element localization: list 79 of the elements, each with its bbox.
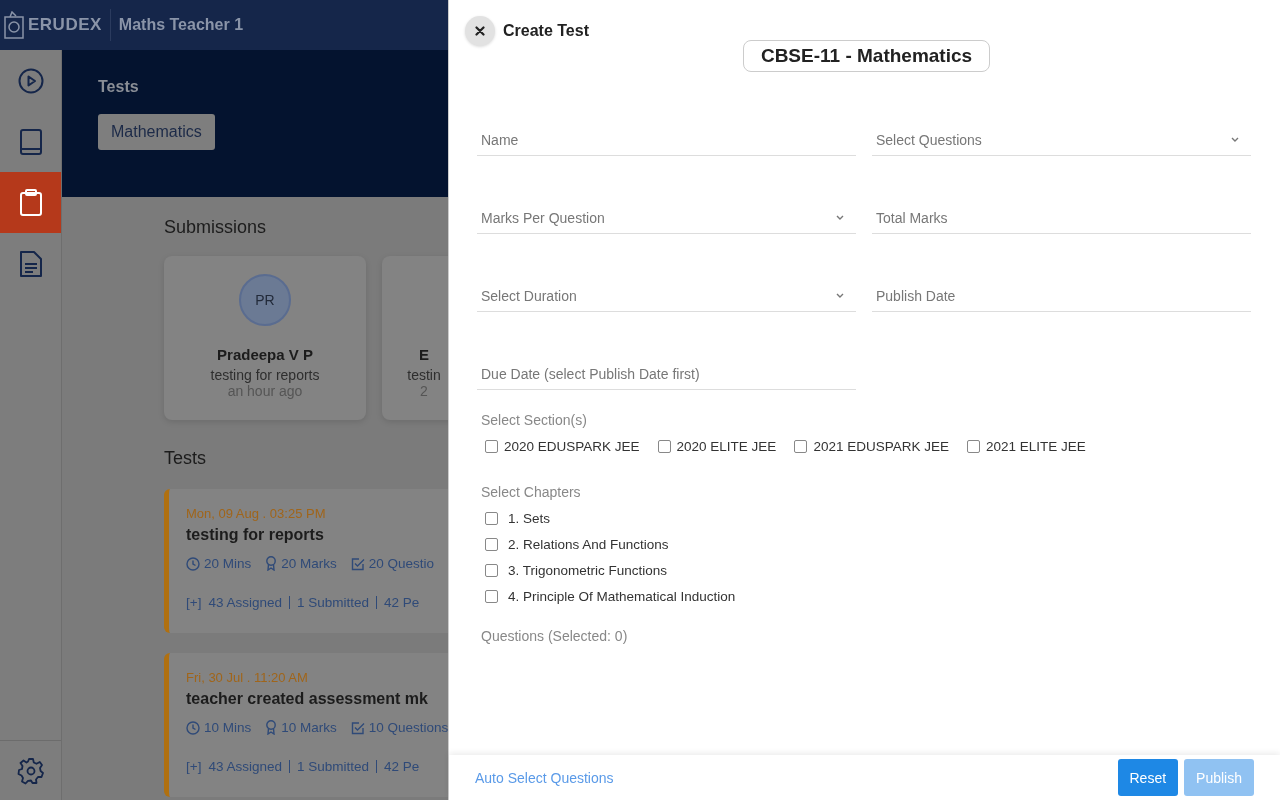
checkbox-label: 2021 EDUSPARK JEE: [813, 439, 949, 454]
page-title: Tests: [98, 78, 139, 96]
reset-button[interactable]: Reset: [1117, 759, 1179, 796]
settings-icon: [16, 756, 45, 785]
close-icon: [475, 26, 485, 36]
marks-text: 10 Marks: [281, 720, 337, 735]
checkbox-label: 2. Relations And Functions: [508, 537, 669, 552]
student-name: Pradeepa V P: [217, 346, 313, 363]
pending-count: 42 Pe: [384, 759, 420, 774]
checkbox-label: 2020 EDUSPARK JEE: [504, 439, 640, 454]
input-field[interactable]: Due Date (select Publish Date first): [477, 358, 856, 390]
user-name: Maths Teacher 1: [118, 16, 244, 34]
avatar: PR: [239, 274, 291, 326]
checkbox-label: 3. Trigonometric Functions: [508, 563, 668, 578]
checkbox-label: 2020 ELITE JEE: [676, 439, 777, 454]
checkbox[interactable]: [794, 440, 808, 453]
test-name: testing for reports: [210, 367, 320, 383]
checkbox[interactable]: [485, 512, 498, 525]
checkbox[interactable]: [485, 440, 498, 453]
expand-toggle[interactable]: [+]: [186, 759, 202, 774]
select-field[interactable]: Select Duration: [477, 280, 856, 312]
sidebar-item[interactable]: [0, 172, 61, 233]
test-name: testin: [407, 367, 441, 383]
checkbox-icon: [350, 556, 365, 571]
document-icon: [19, 250, 42, 277]
duration-text: 10 Mins: [204, 720, 252, 735]
play-icon: [17, 67, 44, 94]
logo-icon: [4, 11, 24, 39]
test-card[interactable]: Fri, 30 Jul . 11:20 AM teacher created assessment mk 10 Mins 10 Marks 10 Questions [+] 43 Assigned 1 Submitted 42 Pe: [164, 653, 448, 797]
field-label: Select Section(s): [481, 412, 588, 428]
student-name: E: [419, 346, 429, 363]
checkbox[interactable]: [966, 440, 980, 453]
chevron-down-icon: [836, 215, 844, 220]
test-title: testing for reports: [186, 526, 325, 544]
questions-text: 10 Questions: [368, 720, 448, 735]
assigned-count: 43 Assigned: [208, 595, 282, 610]
pending-count: 42 Pe: [384, 595, 420, 610]
input-field[interactable]: Publish Date: [872, 280, 1251, 312]
chevron-down-icon: [836, 293, 844, 298]
submitted-count: 1 Submitted: [296, 759, 369, 774]
select-field[interactable]: Marks Per Question: [477, 202, 856, 234]
checkbox-icon: [350, 720, 365, 735]
clock-icon: [186, 720, 200, 735]
input-field[interactable]: Name: [477, 124, 856, 156]
book-icon: [19, 128, 42, 155]
chevron-down-icon: [1231, 137, 1239, 142]
checkbox[interactable]: [485, 538, 498, 551]
drawer-title: Create Test: [503, 22, 589, 40]
input-field[interactable]: Total Marks: [872, 202, 1251, 234]
checkbox[interactable]: [657, 440, 671, 453]
duration-text: 20 Mins: [204, 556, 252, 571]
test-date: Fri, 30 Jul . 11:20 AM: [186, 670, 309, 685]
subject-label: CBSE-11 - Mathematics: [742, 40, 991, 72]
test-card[interactable]: Mon, 09 Aug . 03:25 PM testing for reports 20 Mins 20 Marks 20 Questio [+] 43 Assigned 1 Submitted 42 Pe: [164, 489, 448, 633]
checkbox-label: 1. Sets: [508, 511, 551, 526]
award-icon: [265, 720, 278, 735]
award-icon: [265, 556, 278, 571]
checkbox[interactable]: [485, 590, 498, 603]
clock-icon: [186, 556, 200, 571]
test-title: teacher created assessment mk: [186, 690, 429, 708]
marks-text: 20 Marks: [281, 556, 337, 571]
section-title: Tests: [164, 448, 207, 469]
expand-toggle[interactable]: [+]: [186, 595, 202, 610]
assigned-count: 43 Assigned: [208, 759, 282, 774]
subject-tab[interactable]: Mathematics: [98, 114, 215, 150]
logo-text: ERUDEX: [28, 15, 102, 35]
field-label: Select Chapters: [481, 484, 582, 500]
submitted-count: 1 Submitted: [296, 595, 369, 610]
close-button[interactable]: [465, 16, 495, 46]
checkbox-label: 2021 ELITE JEE: [985, 439, 1086, 454]
test-date: Mon, 09 Aug . 03:25 PM: [186, 506, 327, 521]
questions-text: 20 Questio: [368, 556, 435, 571]
questions-count: Questions (Selected: 0): [480, 627, 629, 644]
checkbox[interactable]: [485, 564, 498, 577]
section-title: Submissions: [164, 217, 268, 238]
select-field[interactable]: Select Questions: [872, 124, 1251, 156]
checkbox-label: 4. Principle Of Mathematical Induction: [508, 589, 736, 604]
clipboard-icon: [19, 189, 42, 216]
auto-select-link[interactable]: Auto Select Questions: [475, 769, 614, 786]
